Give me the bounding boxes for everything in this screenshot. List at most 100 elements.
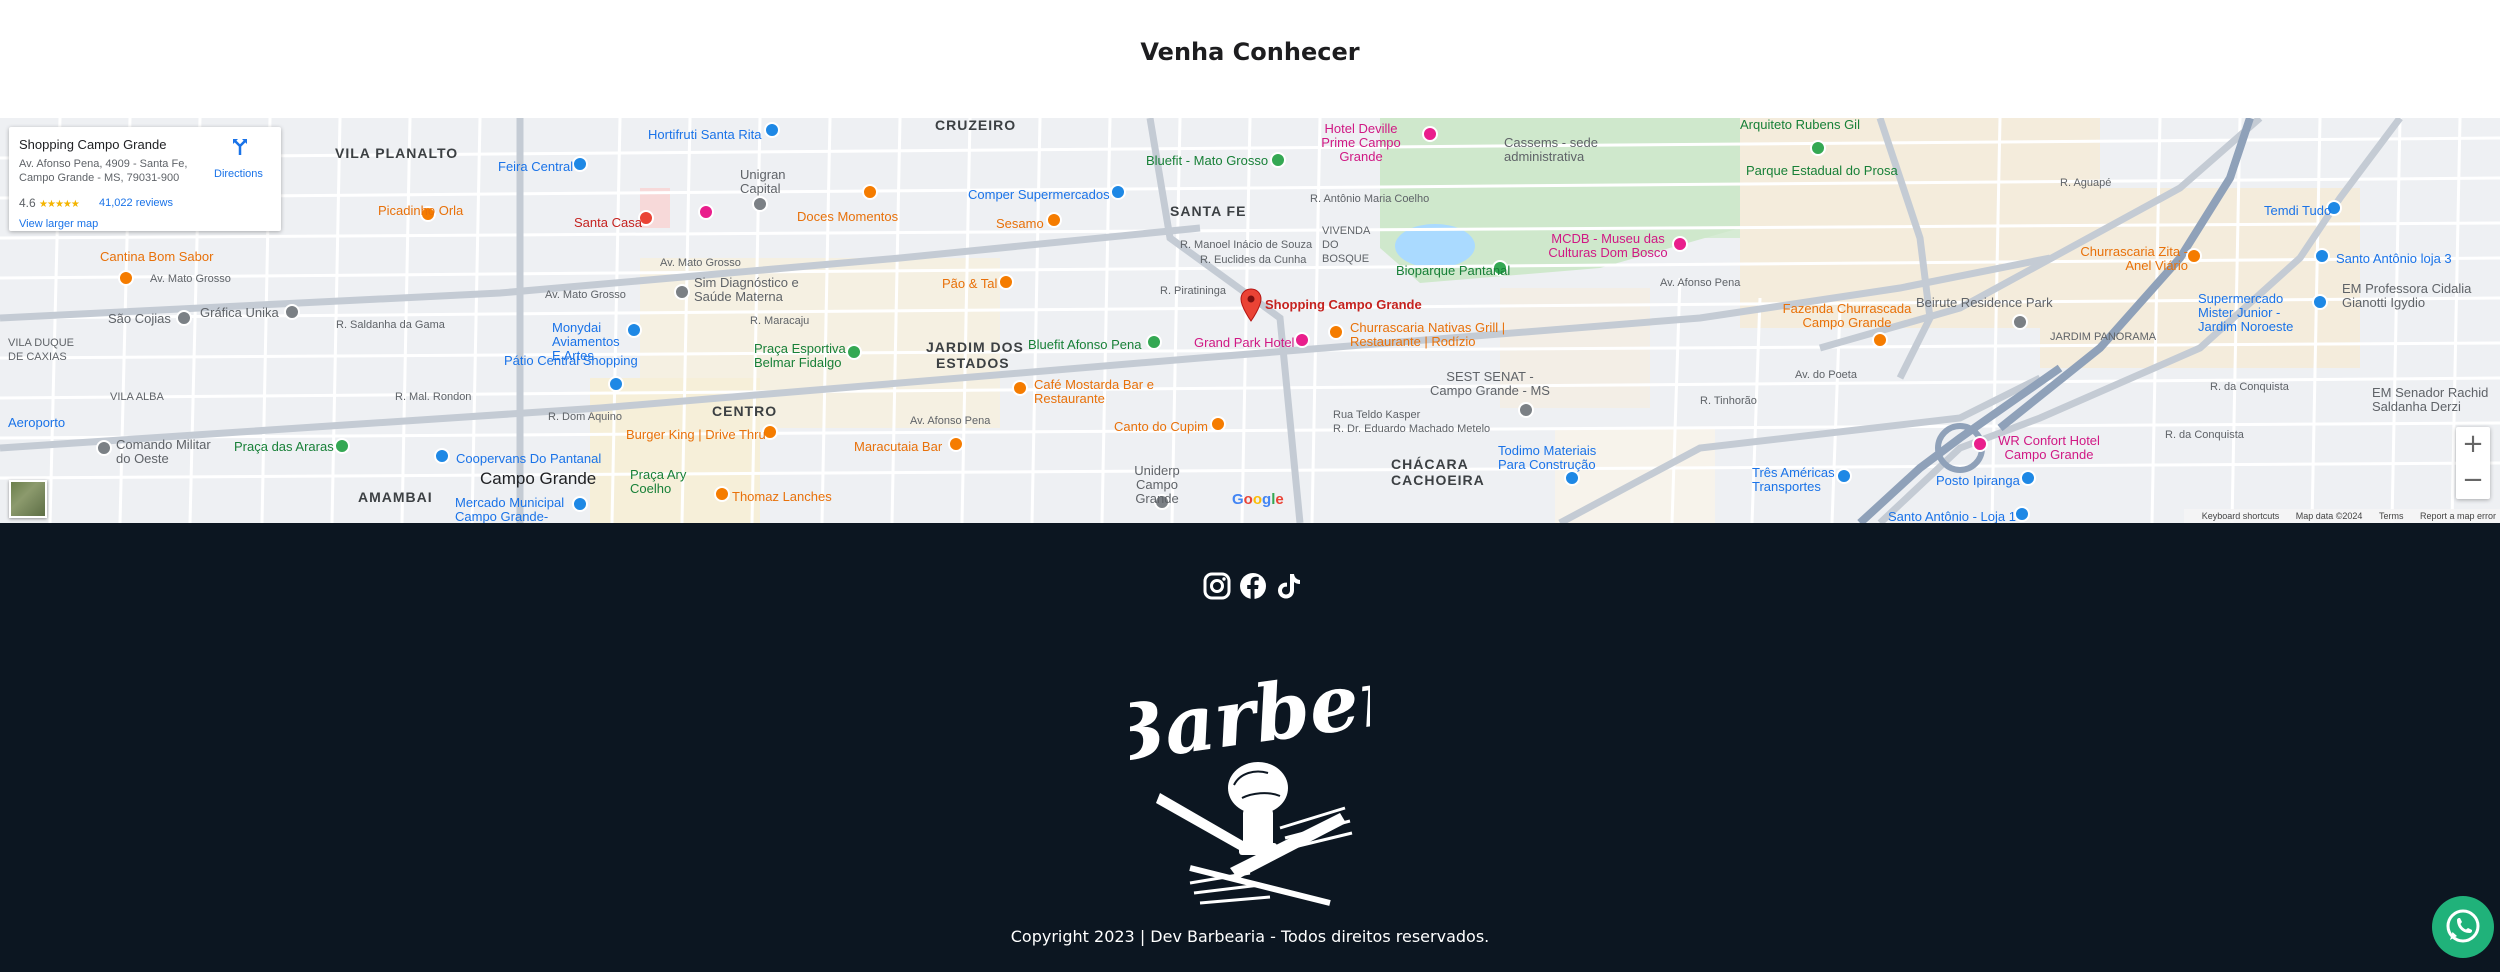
poi-label[interactable]: Uniderp Campo Grande [1122,464,1192,506]
shopping-pin-icon[interactable] [572,496,588,512]
shopping-pin-icon[interactable] [2014,506,2030,522]
restaurant-pin-icon[interactable] [714,486,730,502]
restaurant-pin-icon[interactable] [1046,212,1062,228]
poi-label[interactable]: São Cojias [108,312,171,326]
poi-label[interactable]: Picadinho Orla [378,204,463,218]
poi-label[interactable]: Fazenda Churrascada Campo Grande [1782,302,1912,330]
poi-label[interactable]: Bluefit - Mato Grosso [1146,154,1268,168]
poi-label[interactable]: Grand Park Hotel [1194,336,1294,350]
poi-label[interactable]: Comper Supermercados [968,188,1110,202]
restaurant-pin-icon[interactable] [1328,324,1344,340]
place-pin-icon[interactable] [1518,402,1534,418]
gas-station-pin-icon[interactable] [2020,470,2036,486]
hotel-pin-icon[interactable] [1422,126,1438,142]
poi-label[interactable]: Praça Esportiva Belmar Fidalgo [754,342,854,370]
park-pin-icon[interactable] [1810,140,1826,156]
shopping-pin-icon[interactable] [764,122,780,138]
shopping-pin-icon[interactable] [1564,470,1580,486]
place-pin-icon[interactable] [284,304,300,320]
poi-label[interactable]: Praça das Araras [234,440,334,454]
gym-pin-icon[interactable] [1146,334,1162,350]
hotel-pin-icon[interactable] [1972,436,1988,452]
place-pin-icon[interactable] [96,440,112,456]
poi-label[interactable]: Feira Central [498,160,573,174]
poi-label[interactable]: Cantina Bom Sabor [100,250,213,264]
park-pin-icon[interactable] [334,438,350,454]
poi-label[interactable]: Pátio Central Shopping [504,354,638,368]
poi-label[interactable]: Canto do Cupim [1114,420,1208,434]
map-layer-toggle[interactable] [9,480,47,518]
poi-label[interactable]: Posto Ipiranga [1936,474,2020,488]
restaurant-pin-icon[interactable] [998,274,1014,290]
whatsapp-button[interactable] [2432,896,2494,958]
tiktok-icon[interactable] [1274,571,1304,601]
poi-label[interactable]: Maracutaia Bar [854,440,942,454]
school-pin-icon[interactable] [752,196,768,212]
poi-label[interactable]: Café Mostarda Bar e Restaurante [1034,378,1154,406]
instagram-icon[interactable] [1202,571,1232,601]
restaurant-pin-icon[interactable] [862,184,878,200]
shopping-pin-icon[interactable] [572,156,588,172]
shopping-pin-icon[interactable] [626,322,642,338]
poi-label[interactable]: Thomaz Lanches [732,490,832,504]
shopping-pin-icon[interactable] [434,448,450,464]
location-marker-icon[interactable] [1240,288,1262,322]
poi-label[interactable]: Aeroporto [8,416,65,430]
poi-label[interactable]: Beirute Residence Park [1916,296,2053,310]
poi-label[interactable]: Cassems - sede administrativa [1504,136,1624,164]
terms-link[interactable]: Terms [2379,511,2404,521]
restaurant-pin-icon[interactable] [1872,332,1888,348]
selected-place-label[interactable]: Shopping Campo Grande [1265,298,1422,312]
reviews-link[interactable]: 41,022 reviews [99,197,173,209]
facebook-icon[interactable] [1238,571,1268,601]
directions-icon[interactable] [230,137,250,157]
shopping-pin-icon[interactable] [2314,248,2330,264]
restaurant-pin-icon[interactable] [1210,416,1226,432]
poi-label[interactable]: Parque Estadual do Prosa [1746,164,1898,178]
poi-label[interactable]: Coopervans Do Pantanal [456,452,601,466]
poi-label[interactable]: EM Senador Rachid Saldanha Derzi [2372,386,2500,414]
poi-label[interactable]: Mercado Municipal Campo Grande- MS [455,496,570,524]
poi-label[interactable]: Praça Ary Coelho [630,468,690,496]
poi-label[interactable]: Burger King | Drive Thru [626,428,766,442]
keyboard-shortcuts-link[interactable]: Keyboard shortcuts [2202,511,2280,521]
poi-label[interactable]: Sim Diagnóstico e Saúde Materna [694,276,809,304]
poi-label[interactable]: Doces Momentos [797,210,898,224]
poi-label[interactable]: Comando Militar do Oeste [116,438,216,466]
poi-label[interactable]: Hortifruti Santa Rita [648,128,761,142]
poi-label[interactable]: Pão & Tal [942,277,997,291]
poi-label[interactable]: Santo Antônio loja 3 [2336,252,2452,266]
poi-label[interactable]: Churrascaria Zita - Anel Viário [2078,245,2188,273]
poi-label[interactable]: Arquiteto Rubens Gil [1740,118,1860,132]
restaurant-pin-icon[interactable] [2186,248,2202,264]
directions-link[interactable]: Directions [214,168,263,180]
poi-label[interactable]: Temdi Tudo [2264,204,2331,218]
zoom-out-button[interactable]: − [2456,463,2490,499]
restaurant-pin-icon[interactable] [1012,380,1028,396]
museum-pin-icon[interactable] [1672,236,1688,252]
poi-label[interactable]: Hotel Deville Prime Campo Grande [1306,122,1416,164]
zoom-in-button[interactable]: + [2456,427,2490,463]
place-pin-icon[interactable] [176,310,192,326]
poi-label[interactable]: Gráfica Unika [200,306,279,320]
clinic-pin-icon[interactable] [674,284,690,300]
place-pin-icon[interactable] [2012,314,2028,330]
poi-label[interactable]: EM Professora Cidalia Gianotti Igydio [2342,282,2472,310]
shopping-pin-icon[interactable] [2312,294,2328,310]
shopping-pin-icon[interactable] [1110,184,1126,200]
poi-label[interactable]: MCDB - Museu das Culturas Dom Bosco [1546,232,1670,260]
hotel-pin-icon[interactable] [698,204,714,220]
poi-label[interactable]: Bluefit Afonso Pena [1028,338,1141,352]
park-pin-icon[interactable] [1270,152,1286,168]
poi-label[interactable]: Sesamo [996,217,1044,231]
poi-label[interactable]: Supermercado Mister Junior - Jardim Noro… [2198,292,2313,334]
poi-label[interactable]: Santo Antônio - Loja 1 [1888,510,2016,524]
poi-label[interactable]: Churrascaria Nativas Grill | Restaurante… [1350,321,1520,349]
embedded-map[interactable]: VILA PLANALTO CRUZEIRO SANTA FE JARDIM D… [0,118,2500,523]
hotel-pin-icon[interactable] [1294,332,1310,348]
poi-label[interactable]: Todimo Materiais Para Construção [1498,444,1608,472]
shopping-pin-icon[interactable] [608,376,624,392]
poi-label[interactable]: Bioparque Pantanal [1396,264,1510,278]
poi-label[interactable]: SEST SENAT - Campo Grande - MS [1430,370,1550,398]
restaurant-pin-icon[interactable] [948,436,964,452]
